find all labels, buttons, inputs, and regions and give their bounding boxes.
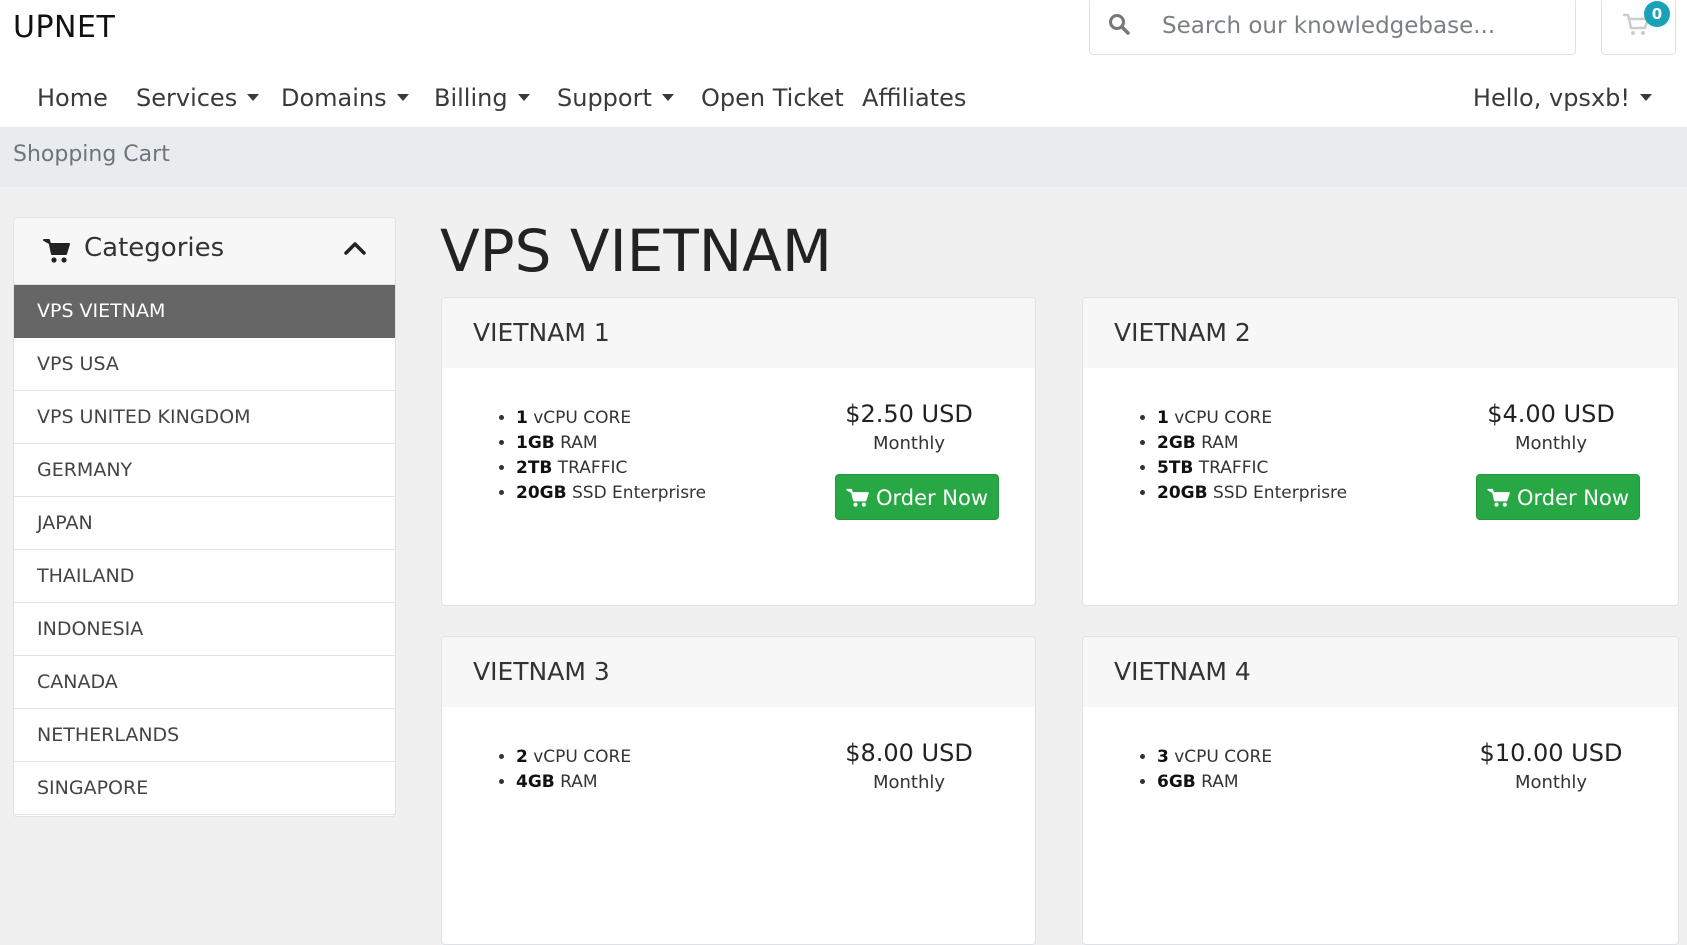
price-block: $4.00 USD Monthly	[1461, 398, 1641, 458]
shopping-cart-icon	[43, 238, 71, 268]
order-now-button[interactable]: Order Now	[835, 474, 999, 520]
main-nav: Home Services Domains Billing Support Op…	[0, 76, 1687, 120]
nav-services[interactable]: Services	[136, 76, 260, 120]
nav-affiliates[interactable]: Affiliates	[862, 76, 966, 120]
shopping-cart-icon	[846, 488, 869, 507]
feature-item: 2GB RAM	[1157, 431, 1347, 456]
price-block: $2.50 USD Monthly	[819, 398, 999, 458]
cart-count-badge: 0	[1644, 1, 1670, 27]
caret-down-icon	[247, 93, 260, 101]
categories-header[interactable]: Categories	[14, 218, 395, 285]
nav-services-label: Services	[136, 84, 238, 112]
product-card: VIETNAM 1 1 vCPU CORE 1GB RAM 2TB TRAFFI…	[441, 297, 1036, 606]
feature-item: 20GB SSD Enterprisre	[516, 481, 706, 506]
product-features: 1 vCPU CORE 1GB RAM 2TB TRAFFIC 20GB SSD…	[492, 406, 706, 506]
price-block: $8.00 USD Monthly	[819, 737, 999, 797]
nav-affiliates-label: Affiliates	[862, 84, 967, 112]
product-header: VIETNAM 1	[442, 298, 1035, 368]
billing-cycle: Monthly	[1514, 772, 1588, 793]
feature-item: 2TB TRAFFIC	[516, 456, 706, 481]
order-now-button[interactable]: Order Now	[1476, 474, 1640, 520]
billing-cycle: Monthly	[1514, 433, 1588, 454]
categories-title: Categories	[84, 233, 225, 263]
category-list: VPS VIETNAM VPS USA VPS UNITED KINGDOM G…	[14, 285, 395, 815]
feature-item: 1 vCPU CORE	[1157, 406, 1347, 431]
nav-open-ticket[interactable]: Open Ticket	[701, 76, 844, 120]
product-features: 1 vCPU CORE 2GB RAM 5TB TRAFFIC 20GB SSD…	[1133, 406, 1347, 506]
nav-domains[interactable]: Domains	[281, 76, 409, 120]
category-item-canada[interactable]: CANADA	[14, 656, 395, 709]
billing-cycle: Monthly	[872, 772, 946, 793]
nav-home-label: Home	[37, 84, 108, 112]
product-features: 3 vCPU CORE 6GB RAM	[1133, 745, 1272, 795]
price-block: $10.00 USD Monthly	[1461, 737, 1641, 797]
nav-user-menu[interactable]: Hello, vpsxb!	[1473, 76, 1652, 120]
product-features: 2 vCPU CORE 4GB RAM	[492, 745, 631, 795]
product-card: VIETNAM 3 2 vCPU CORE 4GB RAM $8.00 USD …	[441, 636, 1036, 945]
search-box	[1089, 0, 1576, 55]
category-item-thailand[interactable]: THAILAND	[14, 550, 395, 603]
category-item-vps-vietnam[interactable]: VPS VIETNAM	[14, 285, 395, 338]
product-name: VIETNAM 3	[473, 657, 610, 686]
order-now-label: Order Now	[875, 486, 989, 510]
product-price: $8.00 USD	[845, 739, 973, 767]
nav-domains-label: Domains	[281, 84, 387, 112]
product-header: VIETNAM 2	[1083, 298, 1678, 368]
category-item-vps-united-kingdom[interactable]: VPS UNITED KINGDOM	[14, 391, 395, 444]
category-item-indonesia[interactable]: INDONESIA	[14, 603, 395, 656]
categories-panel: Categories VPS VIETNAM VPS USA VPS UNITE…	[13, 217, 396, 817]
nav-home[interactable]: Home	[37, 76, 108, 120]
caret-down-icon	[1640, 93, 1652, 101]
product-name: VIETNAM 4	[1114, 657, 1251, 686]
search-input[interactable]	[1162, 0, 1562, 53]
nav-billing-label: Billing	[434, 84, 508, 112]
feature-item: 5TB TRAFFIC	[1157, 456, 1347, 481]
order-now-label: Order Now	[1516, 486, 1630, 510]
feature-item: 20GB SSD Enterprisre	[1157, 481, 1347, 506]
feature-item: 2 vCPU CORE	[516, 745, 631, 770]
category-item-netherlands[interactable]: NETHERLANDS	[14, 709, 395, 762]
product-card: VIETNAM 4 3 vCPU CORE 6GB RAM $10.00 USD…	[1082, 636, 1679, 945]
caret-down-icon	[661, 93, 674, 101]
product-name: VIETNAM 1	[473, 318, 610, 347]
category-item-singapore[interactable]: SINGAPORE	[14, 762, 395, 815]
product-header: VIETNAM 3	[442, 637, 1035, 707]
product-price: $10.00 USD	[1479, 739, 1623, 767]
site-logo[interactable]: UPNET	[13, 10, 115, 45]
category-item-japan[interactable]: JAPAN	[14, 497, 395, 550]
user-greeting: Hello, vpsxb!	[1472, 84, 1630, 112]
nav-open-ticket-label: Open Ticket	[701, 84, 844, 112]
billing-cycle: Monthly	[872, 433, 946, 454]
search-icon	[1108, 13, 1130, 39]
feature-item: 3 vCPU CORE	[1157, 745, 1272, 770]
nav-support-label: Support	[557, 84, 652, 112]
feature-item: 6GB RAM	[1157, 770, 1272, 795]
chevron-up-icon[interactable]	[343, 240, 367, 260]
product-price: $2.50 USD	[845, 400, 973, 428]
product-name: VIETNAM 2	[1114, 318, 1251, 347]
feature-item: 4GB RAM	[516, 770, 631, 795]
caret-down-icon	[396, 93, 409, 101]
header: UPNET 0 Home Services Domains Billing Su…	[0, 0, 1687, 127]
breadcrumb-bar: Shopping Cart	[0, 127, 1687, 187]
breadcrumb: Shopping Cart	[13, 142, 170, 167]
product-card: VIETNAM 2 1 vCPU CORE 2GB RAM 5TB TRAFFI…	[1082, 297, 1679, 606]
product-header: VIETNAM 4	[1083, 637, 1678, 707]
product-price: $4.00 USD	[1487, 400, 1615, 428]
feature-item: 1GB RAM	[516, 431, 706, 456]
feature-item: 1 vCPU CORE	[516, 406, 706, 431]
shopping-cart-icon	[1487, 488, 1510, 507]
caret-down-icon	[517, 93, 530, 101]
category-item-germany[interactable]: GERMANY	[14, 444, 395, 497]
category-item-vps-usa[interactable]: VPS USA	[14, 338, 395, 391]
page-title: VPS VIETNAM	[440, 217, 832, 285]
nav-billing[interactable]: Billing	[434, 76, 530, 120]
nav-support[interactable]: Support	[557, 76, 674, 120]
